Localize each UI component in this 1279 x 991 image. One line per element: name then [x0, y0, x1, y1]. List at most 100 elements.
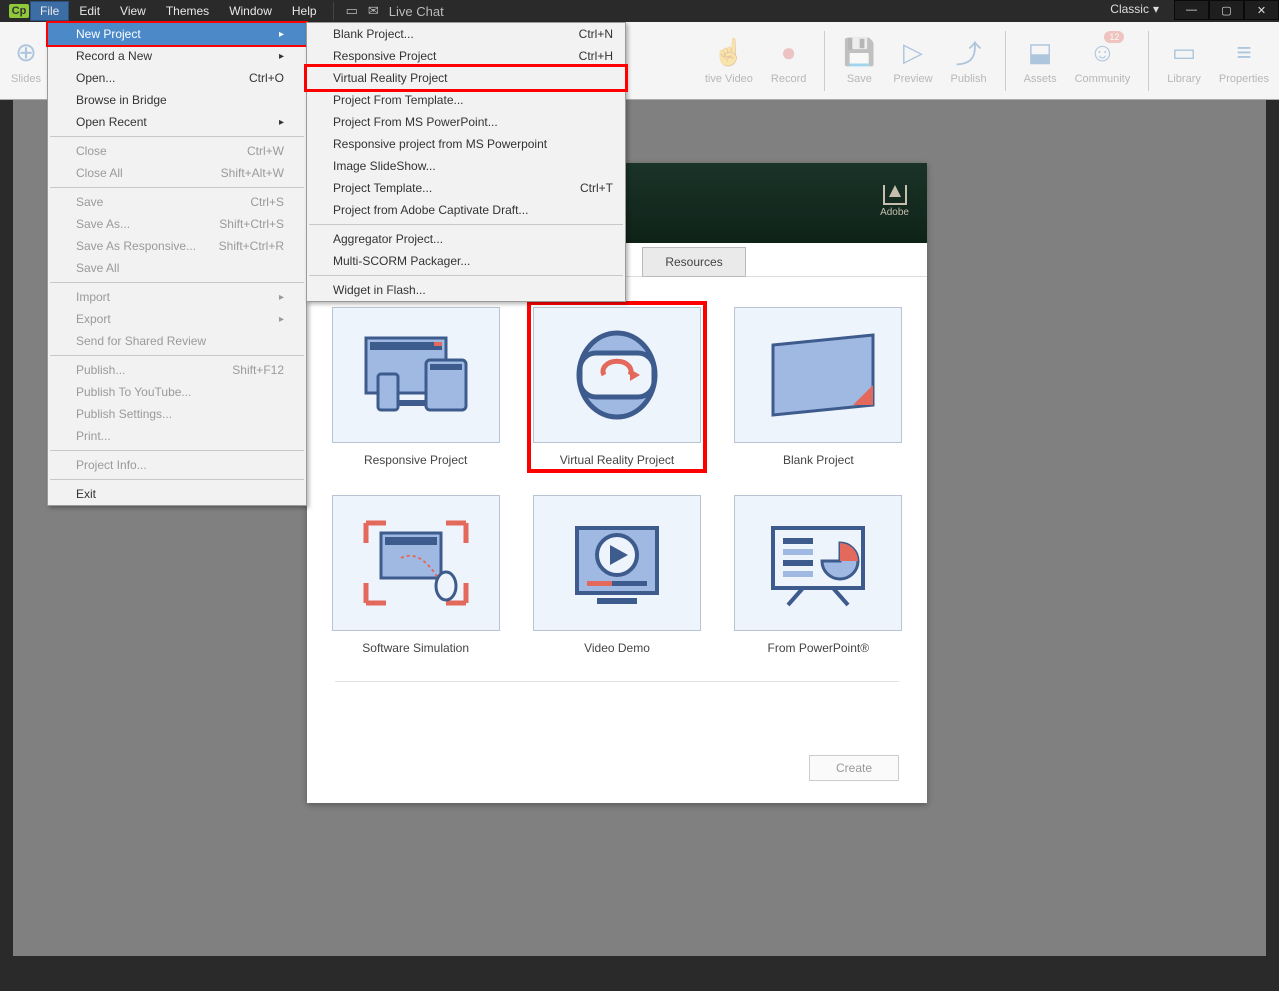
menu-item-close-all: Close All Shift+Alt+W — [48, 162, 306, 184]
menu-item-label: Send for Shared Review — [76, 334, 206, 348]
submenu-item-project-template[interactable]: Project Template...Ctrl+T — [307, 177, 625, 199]
menubar: Cp File Edit View Themes Window Help ▭ ✉… — [0, 0, 1279, 22]
publish-button[interactable]: ⤴Publish — [951, 37, 987, 85]
submenu-item-aggregator-project[interactable]: Aggregator Project... — [307, 228, 625, 250]
minimize-button[interactable]: — — [1174, 0, 1209, 20]
menu-item-new-project[interactable]: New Project▸ — [48, 23, 306, 45]
submenu-item-image-slideshow[interactable]: Image SlideShow... — [307, 155, 625, 177]
mail-icon[interactable]: ✉ — [368, 3, 379, 19]
toolbar-separator — [1148, 31, 1149, 91]
menu-item-send-for-shared-review: Send for Shared Review — [48, 330, 306, 352]
submenu-item-project-from-ms-powerpoint[interactable]: Project From MS PowerPoint... — [307, 111, 625, 133]
menu-item-label: Save All — [76, 261, 119, 275]
menu-item-open[interactable]: Open...Ctrl+O — [48, 67, 306, 89]
menu-view[interactable]: View — [110, 1, 156, 21]
menu-item-save: SaveCtrl+S — [48, 191, 306, 213]
community-button[interactable]: ☺12Community — [1075, 37, 1131, 85]
box-icon: ⬓ — [1024, 37, 1056, 69]
menu-divider — [50, 479, 304, 480]
menu-item-label: Open... — [76, 71, 115, 85]
menu-item-label: Blank Project... — [333, 27, 414, 41]
responsive-icon — [356, 330, 476, 420]
menu-item-save-all: Save All — [48, 257, 306, 279]
divider — [335, 681, 899, 682]
menu-themes[interactable]: Themes — [156, 1, 219, 21]
menu-item-open-recent[interactable]: Open Recent▸ — [48, 111, 306, 133]
submenu-item-responsive-project[interactable]: Responsive ProjectCtrl+H — [307, 45, 625, 67]
submenu-item-multi-scorm-packager[interactable]: Multi-SCORM Packager... — [307, 250, 625, 272]
maximize-button[interactable]: ▢ — [1209, 0, 1244, 20]
simulation-icon — [351, 508, 481, 618]
card-vr-project[interactable]: Virtual Reality Project — [533, 307, 701, 467]
menu-item-label: Responsive project from MS Powerpoint — [333, 137, 547, 151]
menu-edit[interactable]: Edit — [69, 1, 110, 21]
menu-item-label: Save As... — [76, 217, 130, 231]
menu-divider — [50, 136, 304, 137]
save-button[interactable]: 💾Save — [843, 37, 875, 85]
card-responsive-project[interactable]: Responsive Project — [332, 307, 500, 467]
menu-item-label: Export — [76, 312, 111, 326]
create-button[interactable]: Create — [809, 755, 899, 781]
submenu-item-responsive-project-from-ms-powerpoint[interactable]: Responsive project from MS Powerpoint — [307, 133, 625, 155]
menu-item-label: Project from Adobe Captivate Draft... — [333, 203, 528, 217]
menu-item-shortcut: Ctrl+W — [247, 144, 284, 158]
menu-item-shortcut: Shift+Ctrl+S — [219, 217, 284, 231]
menu-item-label: Responsive Project — [333, 49, 436, 63]
properties-button[interactable]: ≡Properties — [1219, 37, 1269, 85]
card-label: From PowerPoint® — [734, 641, 902, 655]
chevron-down-icon: ▾ — [1153, 2, 1159, 16]
devices-icon[interactable]: ▭ — [346, 3, 358, 19]
video-icon — [562, 513, 672, 613]
menu-item-shortcut: Shift+Alt+W — [221, 166, 284, 180]
interactive-video-button[interactable]: ☝tive Video — [705, 37, 753, 85]
menu-window[interactable]: Window — [219, 1, 282, 21]
card-from-powerpoint[interactable]: From PowerPoint® — [734, 495, 902, 655]
menu-help[interactable]: Help — [282, 1, 327, 21]
mic-icon: ● — [773, 37, 805, 69]
menu-item-shortcut: Ctrl+N — [579, 27, 613, 41]
assets-button[interactable]: ⬓Assets — [1024, 37, 1057, 85]
card-blank-project[interactable]: Blank Project — [734, 307, 902, 467]
library-icon: ▭ — [1168, 37, 1200, 69]
menu-item-record-a-new[interactable]: Record a New▸ — [48, 45, 306, 67]
card-label: Blank Project — [734, 453, 902, 467]
menu-item-label: Print... — [76, 429, 111, 443]
menu-item-label: Browse in Bridge — [76, 93, 167, 107]
menu-item-save-as: Save As... Shift+Ctrl+S — [48, 213, 306, 235]
tab-resources[interactable]: Resources — [642, 247, 745, 277]
menu-item-shortcut: Shift+F12 — [232, 363, 284, 377]
menu-item-label: Publish Settings... — [76, 407, 172, 421]
menu-divider — [50, 282, 304, 283]
plus-icon: ⊕ — [10, 37, 42, 69]
menu-item-exit[interactable]: Exit — [48, 483, 306, 505]
card-video-demo[interactable]: Video Demo — [533, 495, 701, 655]
record-button[interactable]: ●Record — [771, 37, 806, 85]
submenu-item-widget-in-flash[interactable]: Widget in Flash... — [307, 279, 625, 301]
card-software-simulation[interactable]: Software Simulation — [332, 495, 500, 655]
menu-file[interactable]: File — [30, 1, 69, 21]
menu-item-shortcut: ▸ — [279, 117, 284, 128]
preview-button[interactable]: ▷Preview — [893, 37, 932, 85]
submenu-item-project-from-adobe-captivate-draft[interactable]: Project from Adobe Captivate Draft... — [307, 199, 625, 221]
submenu-item-blank-project[interactable]: Blank Project... Ctrl+N — [307, 23, 625, 45]
workspace-switcher[interactable]: Classic▾ — [1110, 2, 1159, 16]
library-button[interactable]: ▭Library — [1167, 37, 1201, 85]
menu-item-import: Import▸ — [48, 286, 306, 308]
menu-item-label: Close All — [76, 166, 123, 180]
app-icon: Cp — [8, 0, 30, 22]
card-label: Video Demo — [533, 641, 701, 655]
close-button[interactable]: ✕ — [1244, 0, 1279, 20]
menu-item-shortcut: ▸ — [279, 292, 284, 303]
menu-item-label: Publish To YouTube... — [76, 385, 191, 399]
new-project-submenu: Blank Project... Ctrl+N Responsive Project… — [306, 22, 626, 302]
live-chat-link[interactable]: Live Chat — [389, 4, 444, 19]
play-icon: ▷ — [897, 37, 929, 69]
slides-button[interactable]: ⊕Slides — [10, 37, 42, 85]
menu-item-browse-in-bridge[interactable]: Browse in Bridge — [48, 89, 306, 111]
submenu-item-project-from-template[interactable]: Project From Template... — [307, 89, 625, 111]
menu-item-label: Save As Responsive... — [76, 239, 196, 253]
menu-item-shortcut: Ctrl+T — [580, 181, 613, 195]
toolbar-separator — [824, 31, 825, 91]
submenu-item-virtual-reality-project[interactable]: Virtual Reality Project — [307, 67, 625, 89]
adobe-logo: Adobe — [880, 185, 909, 218]
